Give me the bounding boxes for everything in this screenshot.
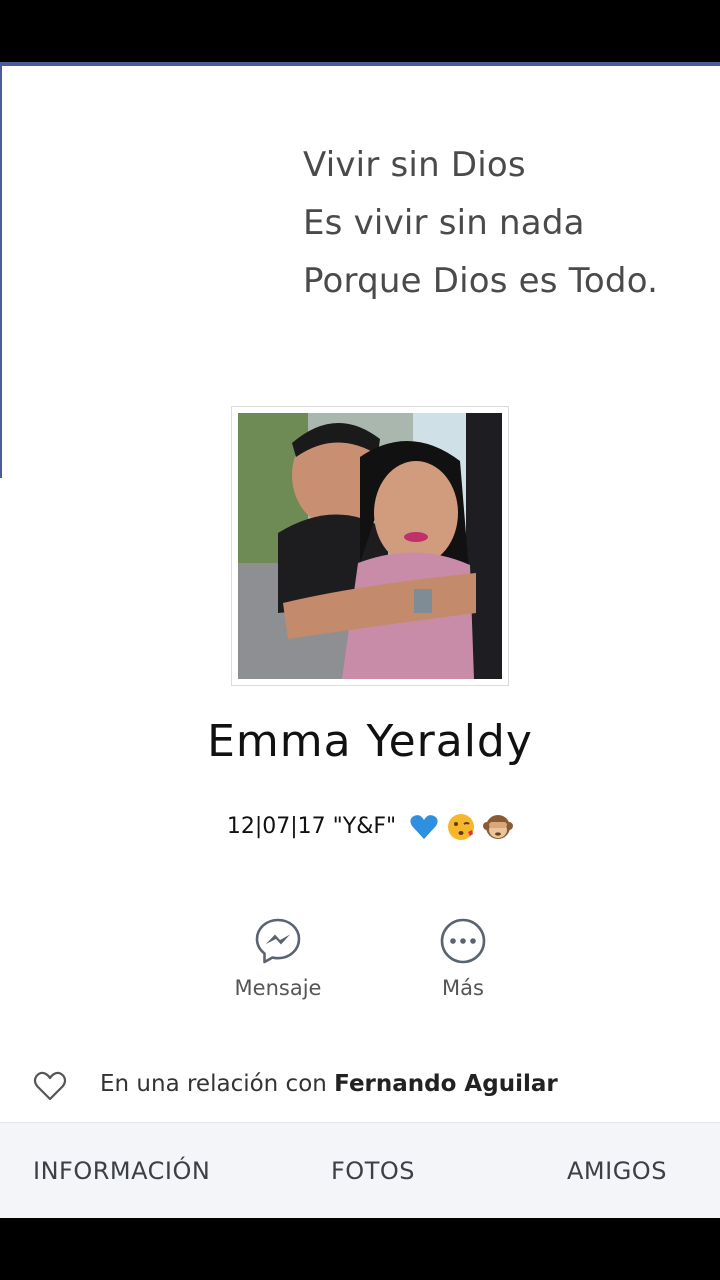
message-button[interactable]: Mensaje bbox=[198, 916, 358, 1000]
relationship-text: En una relación con Fernando Aguilar bbox=[100, 1071, 558, 1097]
cover-quote-line: Porque Dios es Todo. bbox=[303, 261, 659, 301]
see-no-evil-monkey-icon bbox=[483, 815, 514, 839]
profile-tabs: INFORMACIÓN FOTOS AMIGOS bbox=[0, 1122, 720, 1218]
status-bar bbox=[0, 0, 720, 62]
tab-informacion[interactable]: INFORMACIÓN bbox=[33, 1157, 210, 1185]
tab-fotos[interactable]: FOTOS bbox=[331, 1157, 415, 1185]
message-label: Mensaje bbox=[234, 976, 322, 1000]
screen: Vivir sin Dios Es vivir sin nada Porque … bbox=[0, 0, 720, 1280]
relationship-partner-link[interactable]: Fernando Aguilar bbox=[334, 1071, 558, 1097]
more-label: Más bbox=[442, 976, 484, 1000]
tab-amigos[interactable]: AMIGOS bbox=[567, 1157, 667, 1185]
more-icon bbox=[440, 918, 486, 964]
profile-name: Emma Yeraldy bbox=[207, 716, 533, 767]
profile-picture[interactable] bbox=[231, 406, 509, 686]
navigation-bar bbox=[0, 1218, 720, 1280]
relationship-status[interactable]: En una relación con Fernando Aguilar bbox=[0, 1064, 720, 1114]
cover-quote-line: Es vivir sin nada bbox=[303, 203, 585, 243]
profile-photo bbox=[238, 413, 502, 679]
cover-quote-line: Vivir sin Dios bbox=[303, 145, 526, 185]
blue-heart-icon bbox=[410, 815, 438, 839]
messenger-icon bbox=[255, 918, 301, 964]
more-button[interactable]: Más bbox=[383, 916, 543, 1000]
relationship-prefix: En una relación con bbox=[100, 1071, 327, 1097]
bio-text: 12|07|17 "Y&F" bbox=[226, 814, 397, 839]
profile-bio: 12|07|17 "Y&F" bbox=[0, 812, 720, 842]
heart-icon bbox=[33, 1071, 67, 1101]
bio-emojis bbox=[409, 812, 514, 842]
cover-photo-quote[interactable]: Vivir sin Dios Es vivir sin nada Porque … bbox=[303, 136, 713, 310]
kissing-face-icon bbox=[448, 814, 475, 840]
left-edge-line bbox=[0, 66, 2, 478]
